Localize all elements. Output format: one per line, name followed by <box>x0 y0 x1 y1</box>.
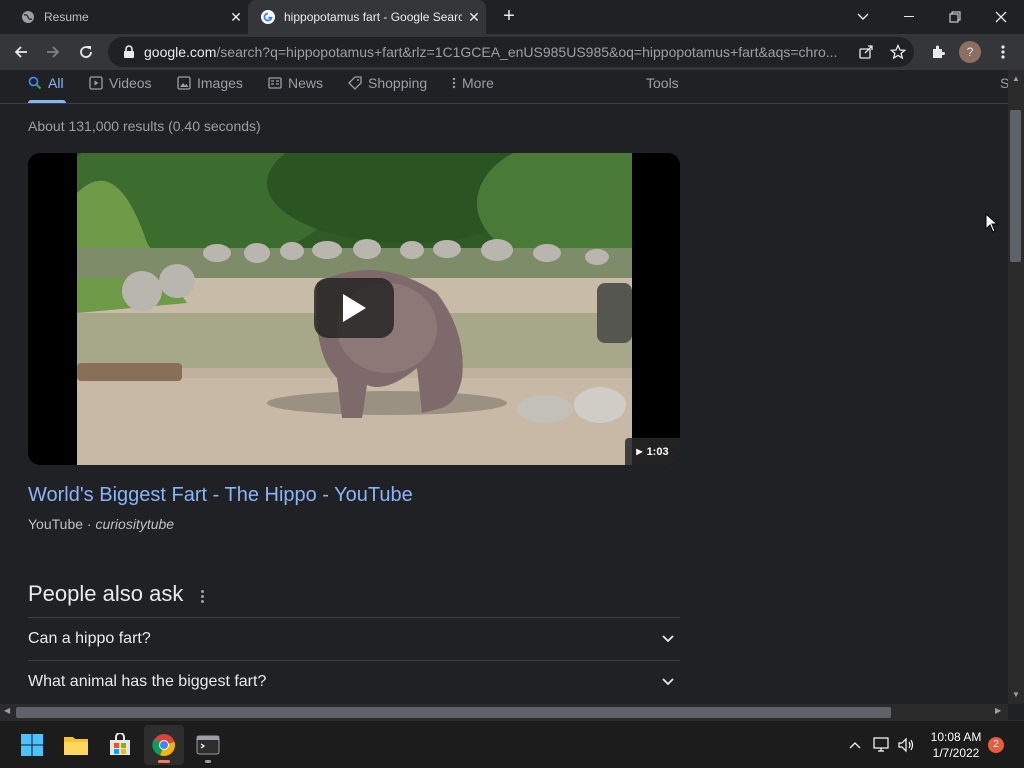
tag-icon <box>348 76 362 90</box>
search-results-page: All Videos Images News Shopping More Too… <box>0 70 1008 704</box>
scroll-right-arrow-icon[interactable]: ▶ <box>995 706 1001 715</box>
scroll-up-arrow-icon[interactable]: ▲ <box>1012 74 1020 83</box>
tab-title: hippopotamus fart - Google Search <box>284 10 462 24</box>
new-tab-button[interactable]: + <box>498 5 520 27</box>
share-icon[interactable] <box>850 44 882 60</box>
close-window-icon[interactable] <box>978 0 1024 34</box>
video-result-title-link[interactable]: World's Biggest Fart - The Hippo - YouTu… <box>28 484 413 507</box>
browser-toolbar: google.com/search?q=hippopotamus+fart&rl… <box>0 34 1024 70</box>
close-tab-icon[interactable]: ✕ <box>224 9 248 26</box>
tab-title: Resume <box>44 10 89 24</box>
tab-label: More <box>462 75 494 91</box>
source-site: YouTube <box>28 516 84 532</box>
play-icon[interactable] <box>314 278 394 338</box>
tab-label: News <box>288 75 324 91</box>
more-vert-icon <box>452 77 456 89</box>
google-icon <box>260 9 276 25</box>
network-icon[interactable] <box>872 735 892 755</box>
source-separator: · <box>83 516 96 532</box>
bookmark-star-icon[interactable] <box>882 44 914 60</box>
tab-images[interactable]: Images <box>177 72 243 94</box>
volume-icon[interactable] <box>896 735 916 755</box>
close-tab-icon[interactable]: ✕ <box>462 9 486 26</box>
chevron-up-icon[interactable] <box>845 735 865 755</box>
video-thumbnail[interactable]: ▶ 1:03 <box>28 153 680 465</box>
paa-question[interactable]: What animal has the biggest fart? <box>28 660 680 703</box>
video-play-icon <box>89 76 103 90</box>
source-channel: curiositytube <box>95 516 175 532</box>
windows-taskbar: 10:08 AM 1/7/2022 2 <box>0 720 1024 768</box>
duration-text: 1:03 <box>646 445 669 458</box>
reload-icon[interactable] <box>72 38 100 66</box>
tab-shopping[interactable]: Shopping <box>348 72 427 94</box>
people-also-ask-heading: People also ask <box>28 581 184 606</box>
paa-question-text: Can a hippo fart? <box>28 630 151 647</box>
browser-tab-strip: Resume ✕ hippopotamus fart - Google Sear… <box>0 0 1024 34</box>
mouse-pointer-icon <box>985 212 999 238</box>
search-type-tabs: All Videos Images News Shopping More Too… <box>0 70 1008 104</box>
image-icon <box>177 76 191 90</box>
scroll-down-arrow-icon[interactable]: ▼ <box>1012 690 1020 699</box>
tab-label: All <box>48 75 64 91</box>
url-path: /search?q=hippopotamus+fart&rlz=1C1GCEA_… <box>216 44 838 60</box>
url-host: google.com <box>144 44 217 60</box>
forward-arrow-icon[interactable] <box>39 38 67 66</box>
tab-google-search[interactable]: hippopotamus fart - Google Search ✕ <box>248 0 486 34</box>
paa-question[interactable]: Can a hippo fart? <box>28 617 680 660</box>
tools-button[interactable]: Tools <box>646 72 679 94</box>
system-clock[interactable]: 10:08 AM 1/7/2022 <box>926 729 986 761</box>
tab-label: Shopping <box>368 75 428 91</box>
tab-label: Images <box>197 75 243 91</box>
restore-icon[interactable] <box>932 0 978 34</box>
tab-resume[interactable]: Resume ✕ <box>8 0 248 34</box>
video-result-source: YouTube · curiositytube <box>28 516 174 532</box>
results-count: About 131,000 results (0.40 seconds) <box>28 118 261 134</box>
newspaper-icon <box>268 76 282 90</box>
search-icon <box>28 76 42 90</box>
open-app-indicator <box>205 760 211 763</box>
clock-date: 1/7/2022 <box>932 746 980 760</box>
extensions-puzzle-icon[interactable] <box>924 38 952 66</box>
vertical-scrollbar-thumb[interactable] <box>1010 110 1021 262</box>
file-explorer-icon[interactable] <box>56 725 96 765</box>
safesearch-button[interactable]: S <box>1000 72 1008 94</box>
more-options-icon[interactable] <box>194 587 210 605</box>
play-small-icon: ▶ <box>636 447 643 456</box>
windows-start-icon[interactable] <box>12 725 52 765</box>
video-duration-badge: ▶ 1:03 <box>625 438 680 465</box>
url-text[interactable]: google.com/search?q=hippopotamus+fart&rl… <box>144 44 850 60</box>
scrollbar-corner <box>1008 704 1024 720</box>
minimize-icon[interactable] <box>886 0 932 34</box>
tab-videos[interactable]: Videos <box>89 72 152 94</box>
active-tab-indicator <box>28 100 66 103</box>
paa-question-text: What animal has the biggest fart? <box>28 673 267 690</box>
notification-badge[interactable]: 2 <box>988 737 1004 753</box>
lock-icon[interactable] <box>114 45 144 59</box>
tab-more[interactable]: More <box>452 72 494 94</box>
active-app-indicator <box>158 760 170 763</box>
chevron-down-icon <box>662 673 674 691</box>
tab-label: Videos <box>109 75 152 91</box>
horizontal-scrollbar-thumb[interactable] <box>16 707 891 718</box>
tab-search-chevron-icon[interactable] <box>840 0 886 34</box>
tab-all[interactable]: All <box>28 72 64 94</box>
chrome-taskbar-icon[interactable] <box>144 725 184 765</box>
clock-time: 10:08 AM <box>930 730 982 744</box>
scroll-left-arrow-icon[interactable]: ◀ <box>4 706 10 715</box>
terminal-icon[interactable] <box>188 725 228 765</box>
tab-news[interactable]: News <box>268 72 323 94</box>
back-arrow-icon[interactable] <box>7 38 35 66</box>
address-bar[interactable]: google.com/search?q=hippopotamus+fart&rl… <box>108 37 914 67</box>
microsoft-store-icon[interactable] <box>100 725 140 765</box>
globe-icon <box>20 9 36 25</box>
chevron-down-icon <box>662 630 674 648</box>
profile-avatar[interactable]: ? <box>959 41 981 63</box>
kebab-menu-icon[interactable] <box>989 38 1017 66</box>
